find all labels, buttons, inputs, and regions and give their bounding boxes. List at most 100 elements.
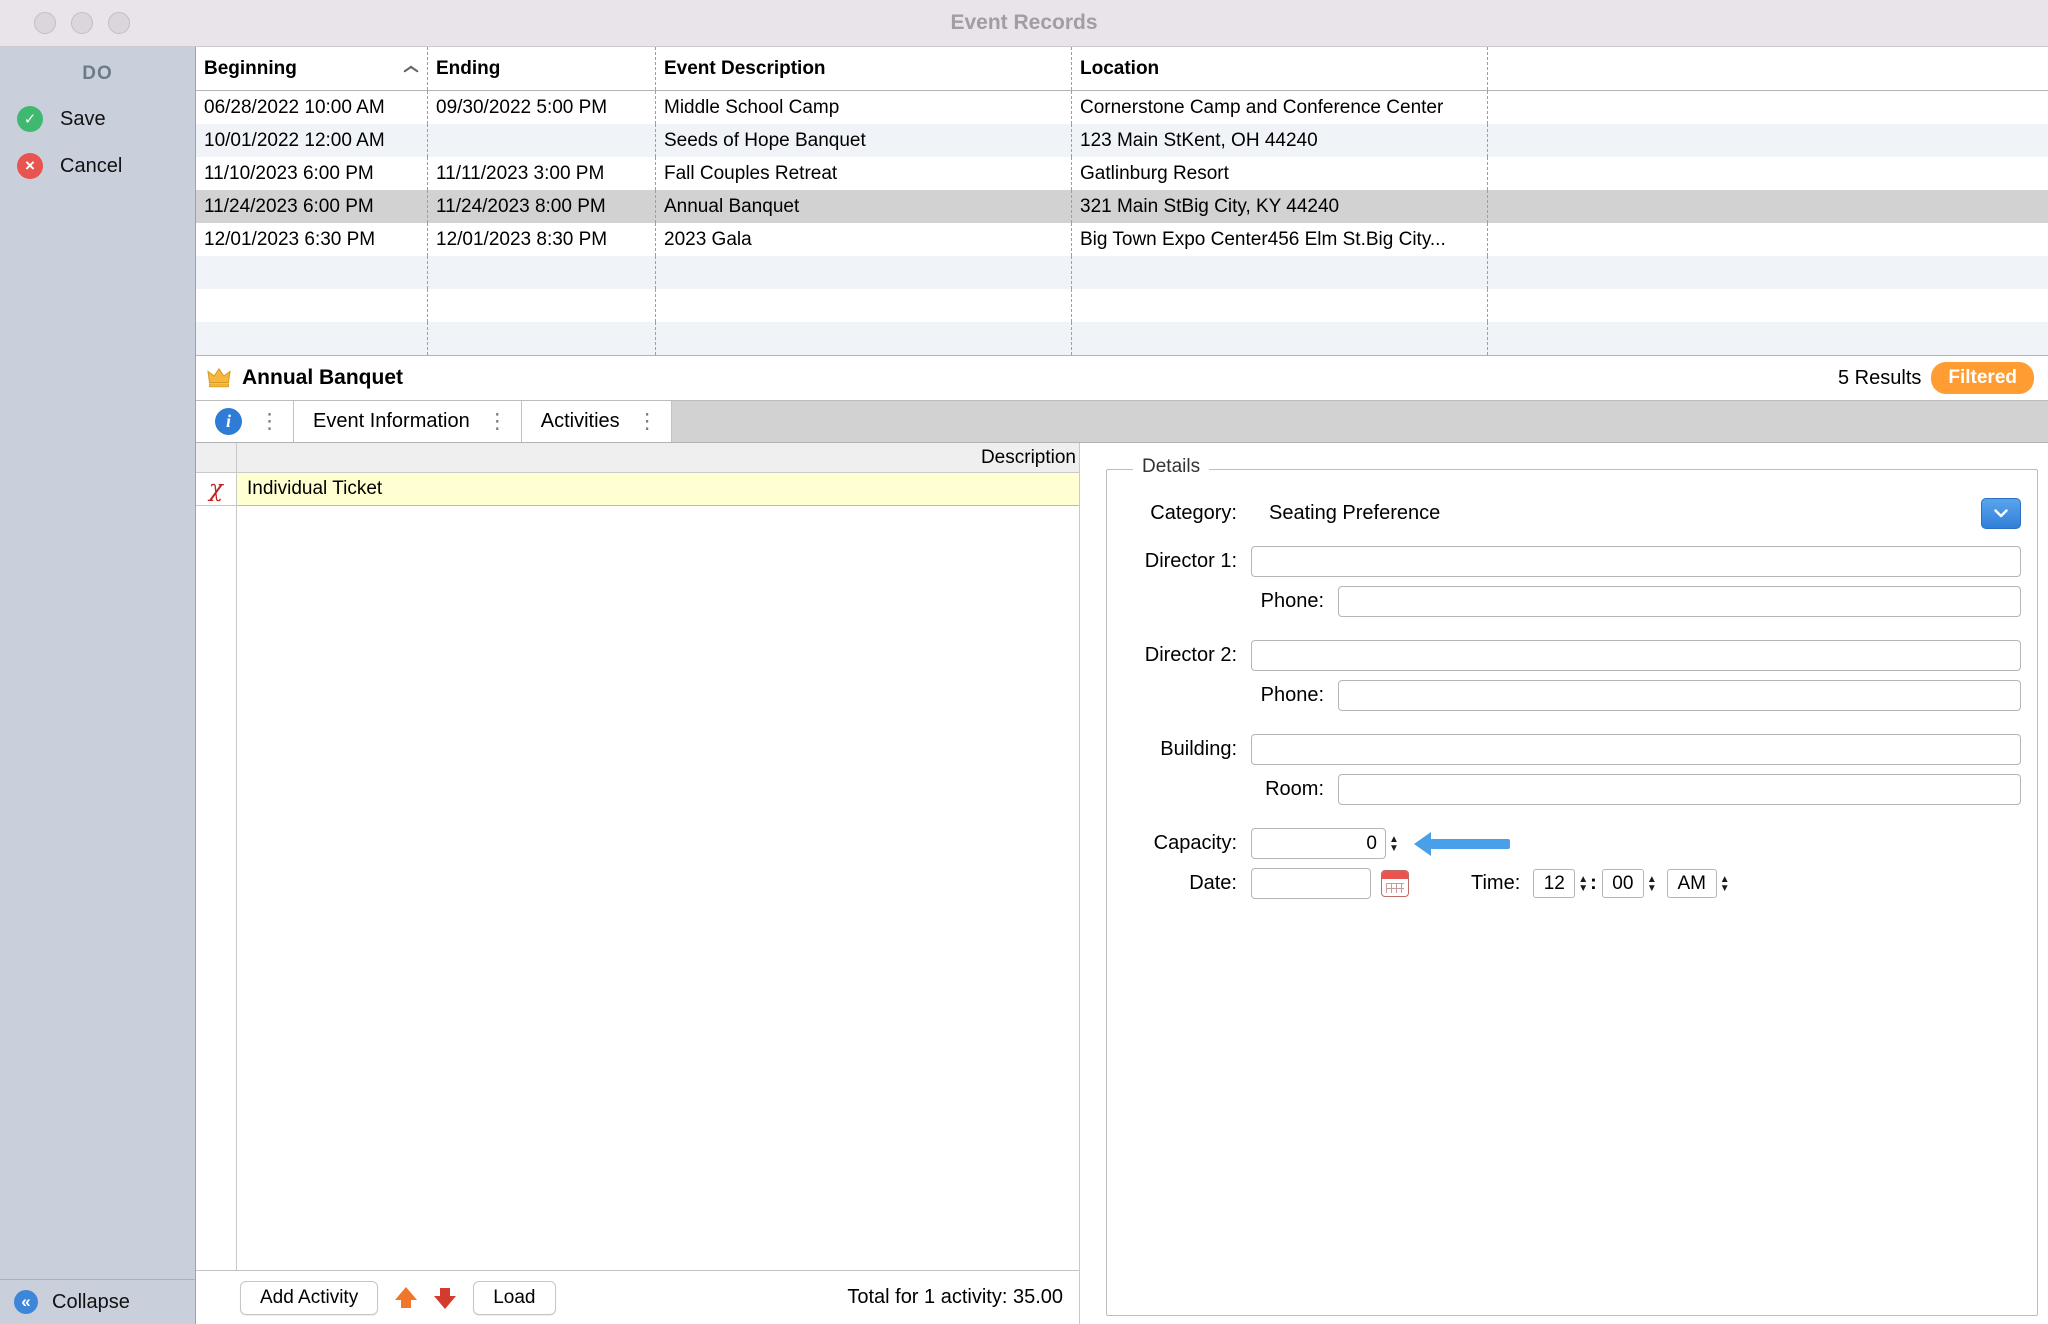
description-column-header[interactable]: Description bbox=[237, 443, 1079, 472]
tab-label: Event Information bbox=[313, 410, 470, 433]
stepper-down-icon[interactable]: ▼ bbox=[1389, 844, 1399, 853]
time-ampm-input[interactable] bbox=[1667, 869, 1717, 898]
window-minimize-button[interactable] bbox=[71, 12, 93, 34]
check-circle-icon: ✓ bbox=[17, 106, 43, 132]
events-table: Beginning Ending Event Description Locat… bbox=[196, 47, 2048, 356]
activities-toolbar: Add Activity Load Total for 1 activity: … bbox=[196, 1270, 1079, 1324]
capacity-input[interactable] bbox=[1251, 828, 1386, 859]
cancel-label: Cancel bbox=[60, 155, 122, 178]
filtered-badge: Filtered bbox=[1931, 362, 2034, 394]
room-input[interactable] bbox=[1338, 774, 2021, 805]
crown-icon bbox=[206, 367, 232, 389]
column-header-event-description[interactable]: Event Description bbox=[656, 47, 1072, 90]
table-row-selected[interactable]: 11/24/2023 6:00 PM 11/24/2023 8:00 PM An… bbox=[196, 190, 2048, 223]
hour-stepper[interactable]: ▲ ▼ bbox=[1578, 875, 1588, 893]
content-area: Description χ Individual Ticket bbox=[196, 443, 2048, 1324]
activities-header-row: Description bbox=[196, 443, 1079, 473]
director1-input[interactable] bbox=[1251, 546, 2021, 577]
director2-row: Director 2: bbox=[1123, 640, 2021, 671]
column-header-beginning[interactable]: Beginning bbox=[196, 47, 428, 90]
cell-extra bbox=[1488, 190, 2048, 223]
info-tab[interactable]: i ⋮ bbox=[196, 401, 294, 442]
details-group-box: Details Category: Seating Preference bbox=[1106, 469, 2038, 1316]
calendar-icon[interactable] bbox=[1381, 870, 1409, 897]
record-title: Annual Banquet bbox=[242, 366, 403, 390]
add-activity-button[interactable]: Add Activity bbox=[240, 1281, 378, 1315]
table-row[interactable]: 11/10/2023 6:00 PM 11/11/2023 3:00 PM Fa… bbox=[196, 157, 2048, 190]
tab-event-information[interactable]: Event Information ⋮ bbox=[294, 401, 522, 442]
cell-ending: 12/01/2023 8:30 PM bbox=[428, 223, 656, 256]
traffic-lights bbox=[34, 0, 130, 46]
cell-ending: 11/11/2023 3:00 PM bbox=[428, 157, 656, 190]
cell-location: Gatlinburg Resort bbox=[1072, 157, 1488, 190]
x-circle-icon: × bbox=[17, 153, 43, 179]
table-row-empty bbox=[196, 289, 2048, 322]
table-row[interactable]: 06/28/2022 10:00 AM 09/30/2022 5:00 PM M… bbox=[196, 91, 2048, 124]
tab-label: Activities bbox=[541, 410, 620, 433]
cell-ending: 11/24/2023 8:00 PM bbox=[428, 190, 656, 223]
ampm-stepper[interactable]: ▲ ▼ bbox=[1720, 875, 1730, 893]
drag-handle-icon[interactable]: ⋮ bbox=[637, 411, 658, 432]
tab-activities[interactable]: Activities ⋮ bbox=[522, 401, 672, 442]
date-label: Date: bbox=[1123, 872, 1251, 895]
stepper-down-icon[interactable]: ▼ bbox=[1578, 884, 1588, 893]
cut-icon: χ bbox=[209, 478, 223, 501]
cell-ending bbox=[428, 124, 656, 157]
category-dropdown-button[interactable] bbox=[1981, 498, 2021, 529]
building-input[interactable] bbox=[1251, 734, 2021, 765]
cell-location: Big Town Expo Center456 Elm St.Big City.… bbox=[1072, 223, 1488, 256]
cell-location: 123 Main StKent, OH 44240 bbox=[1072, 124, 1488, 157]
capacity-stepper[interactable]: ▲ ▼ bbox=[1389, 835, 1399, 853]
cell-beginning: 12/01/2023 6:30 PM bbox=[196, 223, 428, 256]
stepper-down-icon[interactable]: ▼ bbox=[1647, 884, 1657, 893]
phone-label: Phone: bbox=[1123, 684, 1338, 707]
sidebar-header: DO bbox=[0, 47, 195, 85]
sidebar: DO ✓ Save × Cancel « Collapse bbox=[0, 47, 196, 1324]
table-row-empty bbox=[196, 322, 2048, 355]
director2-phone-input[interactable] bbox=[1338, 680, 2021, 711]
time-label: Time: bbox=[1471, 872, 1520, 895]
save-button[interactable]: ✓ Save bbox=[0, 106, 195, 132]
cell-extra bbox=[1488, 157, 2048, 190]
remove-activity-button[interactable]: χ bbox=[196, 473, 236, 506]
director1-phone-input[interactable] bbox=[1338, 586, 2021, 617]
drag-handle-icon[interactable]: ⋮ bbox=[487, 411, 508, 432]
load-button[interactable]: Load bbox=[473, 1281, 555, 1315]
cell-location: Cornerstone Camp and Conference Center bbox=[1072, 91, 1488, 124]
sort-ascending-icon bbox=[403, 64, 419, 73]
column-header-extra bbox=[1488, 47, 2048, 90]
titlebar: Event Records bbox=[0, 0, 2048, 47]
activity-row-selected[interactable]: Individual Ticket bbox=[237, 473, 1079, 506]
capacity-label: Capacity: bbox=[1123, 832, 1251, 855]
window-title: Event Records bbox=[950, 11, 1097, 35]
director2-input[interactable] bbox=[1251, 640, 2021, 671]
move-down-icon[interactable] bbox=[434, 1287, 456, 1309]
results-count: 5 Results bbox=[1838, 367, 1921, 390]
cancel-button[interactable]: × Cancel bbox=[0, 153, 195, 179]
activity-gutter: χ bbox=[196, 473, 237, 1270]
column-header-ending[interactable]: Ending bbox=[428, 47, 656, 90]
time-minute-input[interactable] bbox=[1602, 869, 1644, 898]
annotation-arrow-icon bbox=[1414, 831, 1510, 857]
category-value: Seating Preference bbox=[1269, 502, 1440, 525]
column-header-location[interactable]: Location bbox=[1072, 47, 1488, 90]
activities-total: Total for 1 activity: 35.00 bbox=[847, 1286, 1079, 1309]
table-row[interactable]: 10/01/2022 12:00 AM Seeds of Hope Banque… bbox=[196, 124, 2048, 157]
table-row[interactable]: 12/01/2023 6:30 PM 12/01/2023 8:30 PM 20… bbox=[196, 223, 2048, 256]
category-label: Category: bbox=[1123, 502, 1251, 525]
minute-stepper[interactable]: ▲ ▼ bbox=[1647, 875, 1657, 893]
window-close-button[interactable] bbox=[34, 12, 56, 34]
stepper-down-icon[interactable]: ▼ bbox=[1720, 884, 1730, 893]
activities-panel: Description χ Individual Ticket bbox=[196, 443, 1080, 1324]
drag-handle-icon[interactable]: ⋮ bbox=[259, 411, 280, 432]
window-zoom-button[interactable] bbox=[108, 12, 130, 34]
collapse-button[interactable]: « Collapse bbox=[0, 1279, 195, 1324]
capacity-row: Capacity: ▲ ▼ bbox=[1123, 828, 2021, 859]
time-hour-input[interactable] bbox=[1533, 869, 1575, 898]
date-input[interactable] bbox=[1251, 868, 1371, 899]
activities-rows: χ Individual Ticket bbox=[196, 473, 1079, 1270]
cell-location: 321 Main StBig City, KY 44240 bbox=[1072, 190, 1488, 223]
move-up-icon[interactable] bbox=[395, 1287, 417, 1309]
cell-extra bbox=[1488, 91, 2048, 124]
room-row: Room: bbox=[1123, 774, 2021, 805]
